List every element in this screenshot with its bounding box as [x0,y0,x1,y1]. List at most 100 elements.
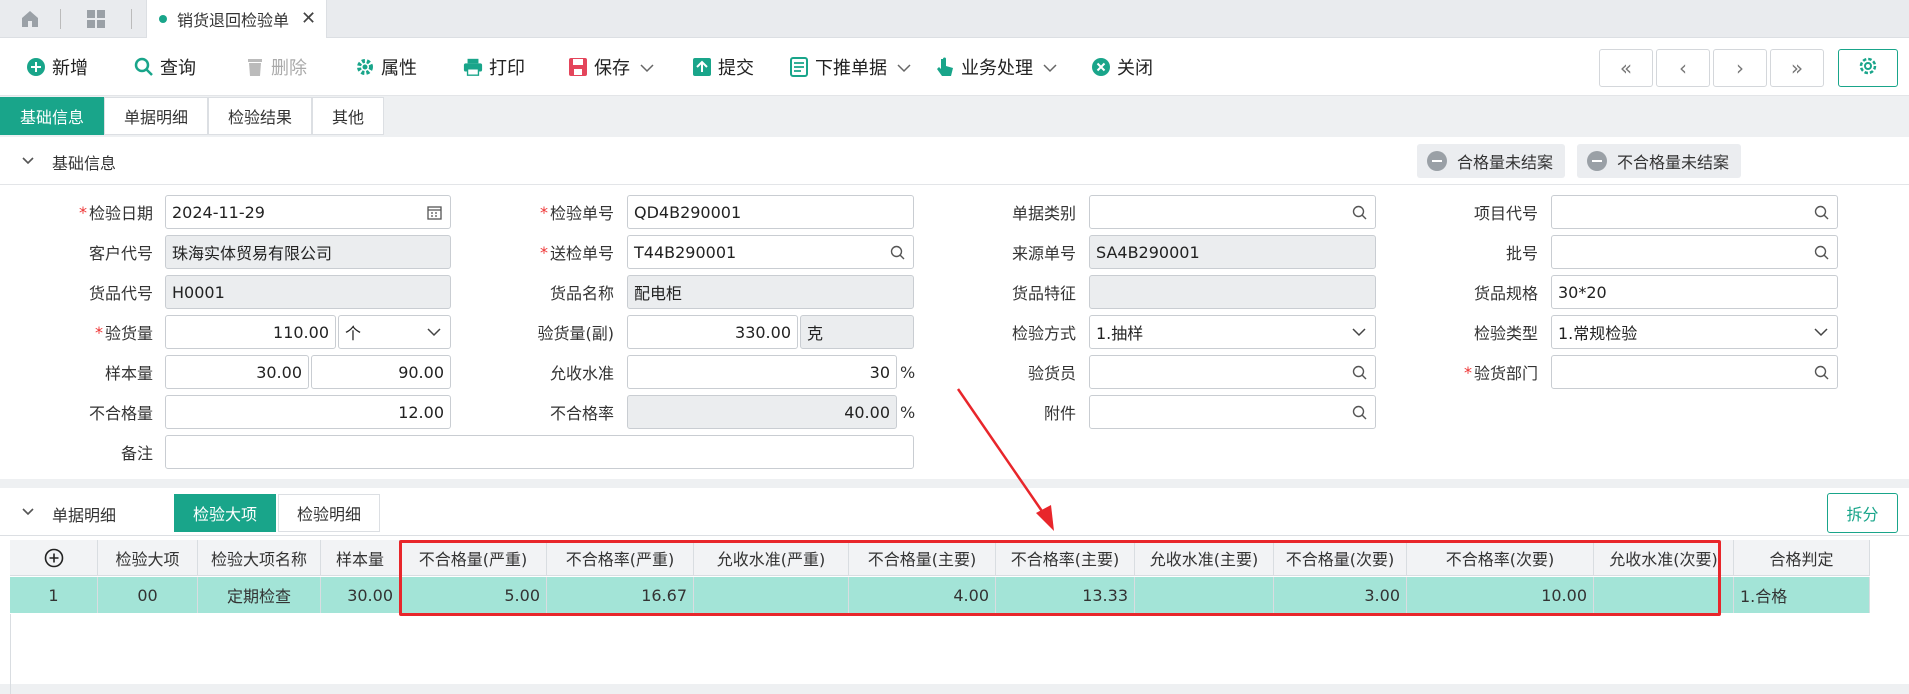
chevron-right-icon: › [1736,56,1744,80]
inspect-no-field[interactable]: QD4B290001 [627,195,914,229]
grid-menu-icon[interactable] [61,0,131,38]
print-label: 打印 [489,58,525,79]
table-cell[interactable]: 30.00 [321,577,400,613]
properties-button[interactable]: 属性 [355,38,417,96]
inspect-dept-field[interactable] [1551,355,1838,389]
allow-level-field[interactable]: 30 [627,355,897,389]
remark-field[interactable] [165,435,914,469]
attachment-field[interactable] [1089,395,1376,429]
collapse-chevron-icon[interactable] [21,154,35,168]
search-icon[interactable] [1813,244,1829,260]
goods-feature-field[interactable] [1089,275,1376,309]
search-icon[interactable] [1813,364,1829,380]
tab-inspection-detail[interactable]: 检验明细 [278,494,381,532]
business-process-button[interactable]: 业务处理 [935,38,1057,96]
send-no-field[interactable]: T44B290001 [627,235,914,269]
goods-spec-field[interactable]: 30*20 [1551,275,1838,309]
calendar-icon[interactable] [426,204,442,220]
project-code-field[interactable] [1551,195,1838,229]
document-tab-label: 销货退回检验单 [177,10,290,30]
delete-button[interactable]: 删除 [245,38,307,96]
send-no-label: * 送检单号 [539,242,614,264]
customer-code-label: 客户代号 [88,244,153,263]
unqualified-qty-field[interactable]: 12.00 [165,395,451,429]
chevron-down-icon[interactable] [897,57,911,78]
goods-spec-label: 货品规格 [1473,284,1538,303]
search-icon[interactable] [889,244,905,260]
qualified-status-label: 合格量未结案 [1457,153,1554,172]
search-icon[interactable] [1813,204,1829,220]
qualified-status-chip: 合格量未结案 [1417,144,1566,178]
inspect-unit-select[interactable]: 个 [338,315,451,349]
search-icon [134,57,154,77]
settings-button[interactable] [1838,49,1898,87]
chevron-down-icon[interactable] [1043,57,1057,78]
goods-feature-label: 货品特征 [1011,284,1076,303]
source-no-field[interactable]: SA4B290001 [1089,235,1376,269]
goods-code-field[interactable]: H0001 [165,275,451,309]
table-cell[interactable]: 00 [98,577,198,613]
gear-icon [1857,55,1879,81]
highlight-box [399,540,1721,616]
inspect-dept-label: * 验货部门 [1463,362,1538,384]
col-header[interactable]: 合格判定 [1734,540,1870,576]
tab-inspection-result[interactable]: 检验结果 [208,97,313,135]
save-button[interactable]: 保存 [568,38,654,96]
inspect-qty-field[interactable]: 110.00 [165,315,336,349]
tab-document-detail[interactable]: 单据明细 [104,97,209,135]
batch-no-field[interactable] [1551,235,1838,269]
first-record-button[interactable]: « [1599,49,1653,87]
query-button[interactable]: 查询 [134,38,196,96]
search-icon[interactable] [1351,404,1367,420]
inspect-method-select[interactable]: 1.抽样 [1089,315,1376,349]
active-dot-icon [159,14,167,23]
submit-button[interactable]: 提交 [692,38,754,96]
sub-unit-field[interactable]: 克 [800,315,914,349]
inspect-qty-sub-field[interactable]: 330.00 [627,315,798,349]
table-cell[interactable]: 定期检查 [198,577,321,613]
close-button[interactable]: 关闭 [1091,38,1153,96]
next-record-button[interactable]: › [1713,49,1767,87]
sample-qty-field[interactable]: 30.00 [165,355,309,389]
delete-label: 删除 [271,58,307,79]
grid-left-border [10,614,11,694]
push-down-label: 下推单据 [815,58,887,79]
close-tab-icon[interactable]: ✕ [301,8,316,29]
col-header[interactable]: 样本量 [321,540,400,576]
inspect-date-field[interactable]: 2024-11-29 [165,195,451,229]
add-button[interactable]: 新增 [26,38,88,96]
home-icon[interactable] [0,0,60,38]
chevron-down-icon[interactable] [640,57,654,78]
unqualified-qty-label: 不合格量 [88,404,153,423]
collapse-chevron-icon[interactable] [21,505,35,519]
col-header[interactable]: 检验大项名称 [198,540,321,576]
doc-type-field[interactable] [1089,195,1376,229]
last-record-button[interactable]: » [1770,49,1824,87]
goods-name-field[interactable]: 配电柜 [627,275,914,309]
sample-qty-2-field[interactable]: 90.00 [311,355,451,389]
split-button[interactable]: 拆分 [1827,493,1898,533]
search-icon[interactable] [1351,364,1367,380]
inspector-field[interactable] [1089,355,1376,389]
search-icon[interactable] [1351,204,1367,220]
inspect-type-select[interactable]: 1.常规检验 [1551,315,1838,349]
col-header[interactable]: 检验大项 [98,540,198,576]
unqualified-rate-field[interactable]: 40.00 [627,395,897,429]
printer-icon [463,57,483,77]
goods-code-label: 货品代号 [88,284,153,303]
tab-basic-info[interactable]: 基础信息 [0,97,105,135]
tab-other[interactable]: 其他 [312,97,385,135]
close-label: 关闭 [1117,58,1153,79]
document-tab[interactable]: 销货退回检验单 ✕ [146,0,328,38]
inspect-no-label: * 检验单号 [539,202,614,224]
add-row-icon[interactable] [10,540,98,576]
customer-code-field[interactable]: 珠海实体贸易有限公司 [165,235,451,269]
plus-circle-icon [26,57,46,77]
table-cell[interactable]: 1.合格 [1734,577,1870,613]
project-code-label: 项目代号 [1473,204,1538,223]
print-button[interactable]: 打印 [463,38,525,96]
prev-record-button[interactable]: ‹ [1656,49,1710,87]
push-down-button[interactable]: 下推单据 [789,38,911,96]
chevron-down-icon [426,324,442,340]
tab-inspection-category[interactable]: 检验大项 [174,494,277,532]
